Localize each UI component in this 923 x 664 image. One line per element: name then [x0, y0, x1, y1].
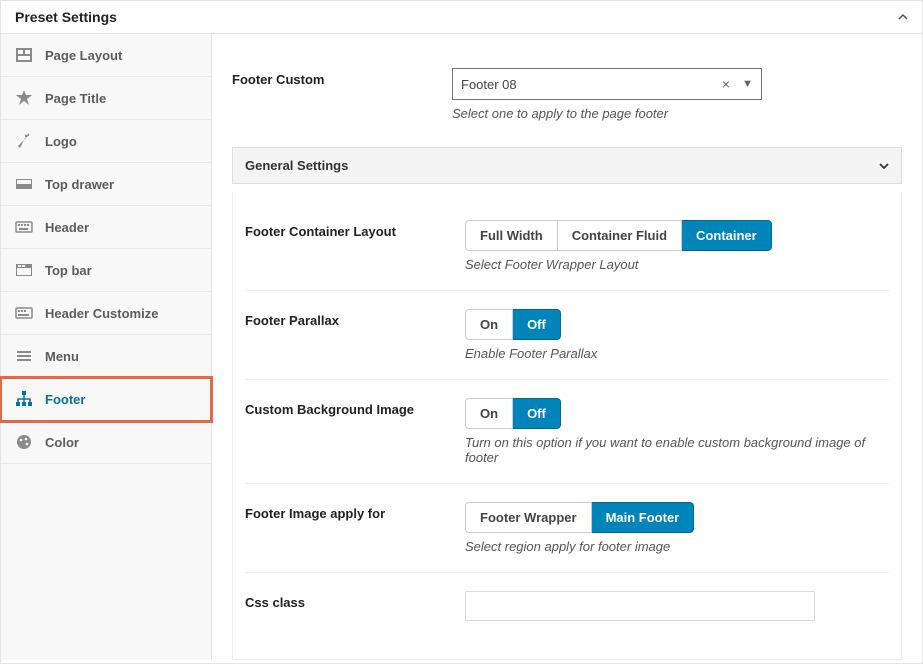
- parallax-on[interactable]: On: [465, 309, 513, 340]
- custom-bg-toggle: On Off: [465, 398, 561, 429]
- css-class-input[interactable]: [465, 591, 815, 621]
- sidebar-item-label: Header Customize: [45, 306, 158, 321]
- sidebar-item-label: Footer: [45, 392, 85, 407]
- parallax-toggle: On Off: [465, 309, 561, 340]
- clear-icon[interactable]: ×: [716, 76, 736, 92]
- sidebar-item-color[interactable]: Color: [1, 421, 211, 464]
- sidebar-item-label: Page Layout: [45, 48, 122, 63]
- sidebar-item-top-bar[interactable]: Top bar: [1, 249, 211, 292]
- parallax-help: Enable Footer Parallax: [465, 346, 889, 361]
- sidebar: Page Layout Page Title Logo Top drawer H…: [1, 34, 212, 660]
- option-container[interactable]: Container: [682, 220, 772, 251]
- sidebar-item-header[interactable]: Header: [1, 206, 211, 249]
- footer-custom-value: Footer 08: [461, 77, 716, 92]
- sidebar-item-label: Top drawer: [45, 177, 114, 192]
- option-container-fluid[interactable]: Container Fluid: [558, 220, 682, 251]
- option-footer-wrapper[interactable]: Footer Wrapper: [465, 502, 592, 533]
- sidebar-item-logo[interactable]: Logo: [1, 120, 211, 163]
- panel-title: Preset Settings: [15, 9, 117, 25]
- custom-bg-off[interactable]: Off: [513, 398, 561, 429]
- topbar-icon: [15, 261, 33, 279]
- section-general-settings[interactable]: General Settings: [232, 147, 902, 184]
- css-class-label: Css class: [245, 591, 465, 610]
- keyboard-icon: [15, 218, 33, 236]
- sidebar-item-label: Menu: [45, 349, 79, 364]
- palette-icon: [15, 433, 33, 451]
- sidebar-item-header-customize[interactable]: Header Customize: [1, 292, 211, 335]
- drawer-icon: [15, 175, 33, 193]
- image-apply-help: Select region apply for footer image: [465, 539, 889, 554]
- container-layout-group: Full Width Container Fluid Container: [465, 220, 772, 251]
- container-layout-help: Select Footer Wrapper Layout: [465, 257, 889, 272]
- custom-bg-label: Custom Background Image: [245, 398, 465, 417]
- section-title: General Settings: [245, 158, 348, 173]
- sidebar-item-label: Logo: [45, 134, 77, 149]
- sidebar-item-label: Page Title: [45, 91, 106, 106]
- customize-icon: [15, 304, 33, 322]
- footer-custom-help: Select one to apply to the page footer: [452, 106, 902, 121]
- star-icon: [15, 89, 33, 107]
- container-layout-label: Footer Container Layout: [245, 220, 465, 239]
- option-full-width[interactable]: Full Width: [465, 220, 558, 251]
- image-apply-group: Footer Wrapper Main Footer: [465, 502, 694, 533]
- chevron-down-icon: [879, 161, 889, 171]
- footer-custom-label: Footer Custom: [232, 68, 452, 87]
- chevron-down-icon[interactable]: ▼: [736, 78, 753, 90]
- sidebar-item-footer[interactable]: Footer: [1, 378, 211, 421]
- sidebar-item-top-drawer[interactable]: Top drawer: [1, 163, 211, 206]
- image-apply-label: Footer Image apply for: [245, 502, 465, 521]
- section-body: Footer Container Layout Full Width Conta…: [232, 192, 902, 660]
- sitemap-icon: [15, 390, 33, 408]
- sidebar-item-page-layout[interactable]: Page Layout: [1, 34, 211, 77]
- footer-custom-select[interactable]: Footer 08 × ▼: [452, 68, 762, 100]
- collapse-icon[interactable]: [898, 12, 908, 22]
- option-main-footer[interactable]: Main Footer: [592, 502, 695, 533]
- custom-bg-on[interactable]: On: [465, 398, 513, 429]
- custom-bg-help: Turn on this option if you want to enabl…: [465, 435, 889, 465]
- layout-icon: [15, 46, 33, 64]
- sidebar-item-menu[interactable]: Menu: [1, 335, 211, 378]
- parallax-label: Footer Parallax: [245, 309, 465, 328]
- sidebar-item-label: Color: [45, 435, 79, 450]
- carrot-icon: [15, 132, 33, 150]
- sidebar-item-label: Header: [45, 220, 89, 235]
- menu-icon: [15, 347, 33, 365]
- sidebar-item-page-title[interactable]: Page Title: [1, 77, 211, 120]
- content-area: Footer Custom Footer 08 × ▼ Select one t…: [212, 34, 922, 660]
- panel-header: Preset Settings: [1, 1, 922, 34]
- sidebar-item-label: Top bar: [45, 263, 92, 278]
- parallax-off[interactable]: Off: [513, 309, 561, 340]
- panel-body: Page Layout Page Title Logo Top drawer H…: [1, 34, 922, 660]
